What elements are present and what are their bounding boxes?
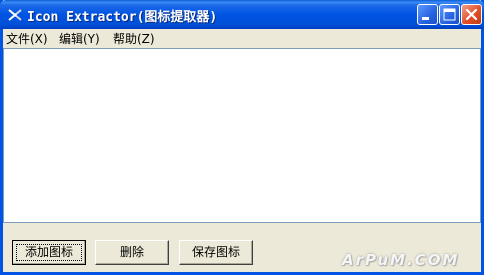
maximize-icon	[443, 8, 456, 21]
delete-button[interactable]: 删除	[95, 240, 169, 265]
add-icon-button[interactable]: 添加图标	[12, 240, 86, 265]
menu-file[interactable]: 文件(X)	[6, 30, 48, 47]
icon-list-view[interactable]	[3, 48, 481, 223]
minimize-button[interactable]	[417, 4, 438, 25]
menu-bar: 文件(X) 编辑(Y) 帮助(Z)	[3, 29, 481, 46]
minimize-icon	[422, 17, 429, 20]
focus-rectangle	[16, 244, 82, 261]
close-icon	[465, 8, 478, 21]
menu-edit[interactable]: 编辑(Y)	[59, 30, 100, 47]
maximize-button[interactable]	[439, 4, 460, 25]
app-icon[interactable]	[7, 7, 23, 23]
watermark: ArPuM.COM	[342, 251, 460, 269]
save-icon-button[interactable]: 保存图标	[179, 240, 253, 265]
window-title: Icon Extractor(图标提取器)	[27, 10, 218, 25]
app-window: Icon Extractor(图标提取器) 文件(X) 编辑(Y) 帮助(Z) …	[0, 0, 484, 275]
save-icon-label: 保存图标	[191, 245, 240, 259]
title-bar[interactable]: Icon Extractor(图标提取器)	[0, 0, 484, 29]
menu-help[interactable]: 帮助(Z)	[113, 30, 155, 47]
delete-label: 删除	[119, 245, 144, 259]
close-button[interactable]	[461, 4, 482, 25]
